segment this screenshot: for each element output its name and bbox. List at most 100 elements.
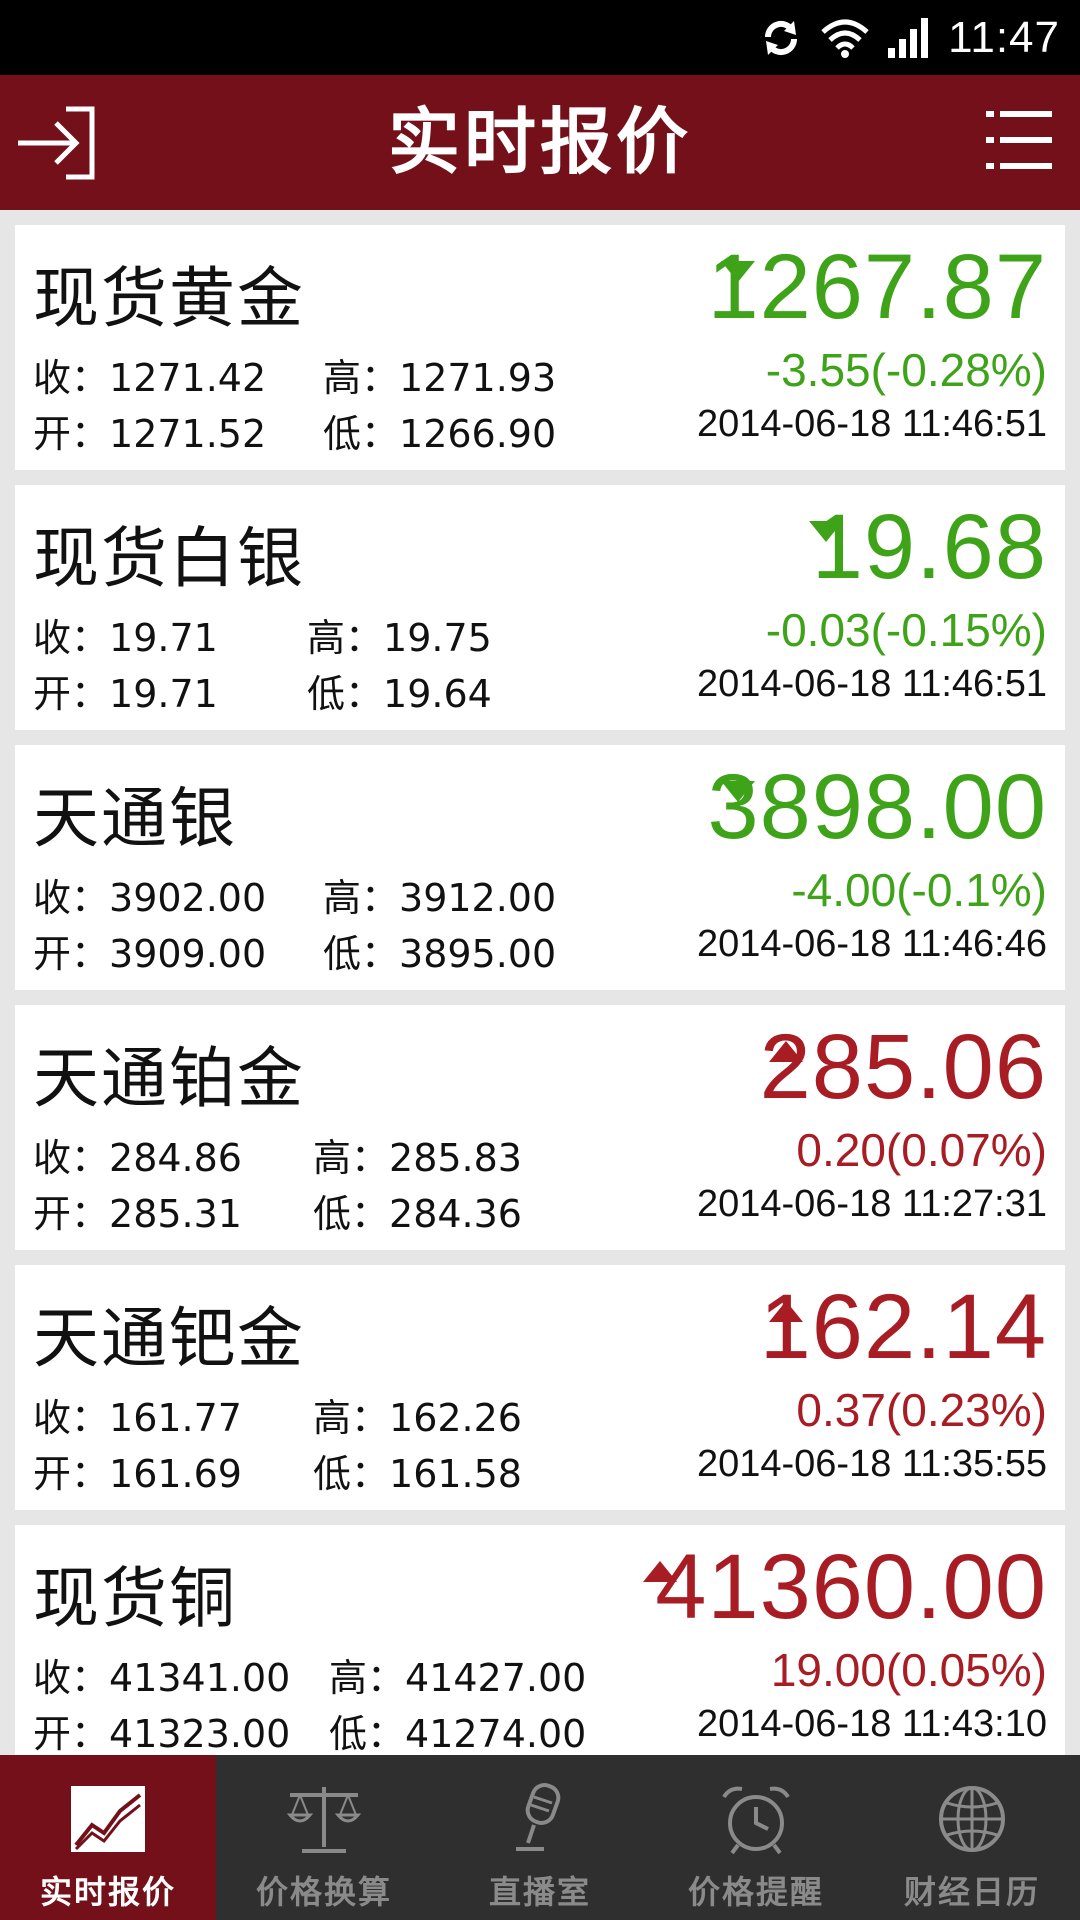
quote-card[interactable]: 现货黄金 1267.87 收：1271.42 高：1271.93 开：1271.…: [15, 225, 1065, 470]
close-value: 284.86: [109, 1136, 242, 1180]
tab-label: 实时报价: [39, 1873, 176, 1911]
tab-finance-calendar[interactable]: 财经日历: [864, 1755, 1080, 1920]
quote-price: 3898.00: [707, 756, 1047, 858]
high-label: 高：: [323, 356, 400, 400]
status-icons: 11:47: [760, 0, 1060, 75]
tab-label: 直播室: [488, 1873, 591, 1911]
quote-name: 现货白银: [33, 520, 305, 597]
tab-label: 价格提醒: [687, 1873, 824, 1911]
quote-time: 2014-06-18 11:46:46: [696, 923, 1047, 965]
quote-name: 现货铜: [33, 1560, 237, 1637]
tab-price-alert[interactable]: 价格提醒: [648, 1755, 864, 1920]
quote-card[interactable]: 天通银 3898.00 收：3902.00 高：3912.00 开：3909.0…: [15, 745, 1065, 990]
bottom-tab-bar: 实时报价 价格换算 直播室 价格提醒 财经日历: [0, 1755, 1080, 1920]
open-label: 开：: [33, 1712, 110, 1755]
low-label: 低：: [329, 1712, 406, 1755]
balance-scale-icon: [286, 1787, 362, 1853]
high-label: 高：: [313, 1136, 390, 1180]
quote-list[interactable]: 现货黄金 1267.87 收：1271.42 高：1271.93 开：1271.…: [0, 210, 1080, 1755]
high-label: 高：: [307, 616, 384, 660]
open-label: 开：: [33, 672, 110, 716]
quote-time: 2014-06-18 11:43:10: [696, 1703, 1047, 1745]
menu-icon[interactable]: [984, 105, 1054, 175]
quote-time: 2014-06-18 11:46:51: [696, 403, 1047, 445]
close-label: 收：: [33, 1136, 110, 1180]
status-bar: 11:47: [0, 0, 1080, 75]
quote-name: 天通银: [33, 780, 237, 857]
close-value: 1271.42: [109, 356, 267, 400]
wifi-icon: [821, 19, 869, 58]
high-value: 19.75: [383, 616, 492, 660]
globe-icon: [939, 1786, 1005, 1852]
high-value: 162.26: [389, 1396, 522, 1440]
sync-icon: [765, 20, 798, 55]
open-value: 19.71: [109, 672, 218, 716]
high-label: 高：: [329, 1656, 406, 1700]
quote-time: 2014-06-18 11:46:51: [696, 663, 1047, 705]
quote-name: 现货黄金: [33, 260, 305, 337]
tab-live-room[interactable]: 直播室: [432, 1755, 648, 1920]
tab-realtime-quotes[interactable]: 实时报价: [0, 1755, 216, 1920]
close-label: 收：: [33, 616, 110, 660]
app-bar: 实时报价: [0, 75, 1080, 210]
tab-label: 价格换算: [255, 1873, 392, 1911]
quote-card[interactable]: 现货白银 19.68 收：19.71 高：19.75 开：19.71 低：19.…: [15, 485, 1065, 730]
low-value: 1266.90: [399, 412, 557, 456]
open-value: 161.69: [109, 1452, 242, 1496]
open-label: 开：: [33, 1452, 110, 1496]
low-label: 低：: [323, 412, 400, 456]
low-value: 3895.00: [399, 932, 557, 976]
quote-name: 天通钯金: [33, 1300, 305, 1377]
low-label: 低：: [313, 1192, 390, 1236]
high-label: 高：: [313, 1396, 390, 1440]
low-value: 161.58: [389, 1452, 522, 1496]
quote-card[interactable]: 现货铜 41360.00 收：41341.00 高：41427.00 开：413…: [15, 1525, 1065, 1755]
quote-change: -4.00(-0.1%): [791, 864, 1047, 916]
close-value: 161.77: [109, 1396, 242, 1440]
alarm-clock-icon: [722, 1786, 790, 1855]
high-value: 3912.00: [399, 876, 557, 920]
open-value: 285.31: [109, 1192, 242, 1236]
low-value: 41274.00: [405, 1712, 587, 1755]
tab-label: 财经日历: [903, 1873, 1040, 1911]
close-label: 收：: [33, 356, 110, 400]
high-label: 高：: [323, 876, 400, 920]
quote-change: 0.37(0.23%): [796, 1384, 1047, 1436]
low-label: 低：: [307, 672, 384, 716]
line-chart-icon: [71, 1786, 145, 1852]
open-label: 开：: [33, 932, 110, 976]
open-label: 开：: [33, 1192, 110, 1236]
quote-price: 162.14: [759, 1276, 1047, 1378]
status-time: 11:47: [948, 12, 1060, 62]
quote-card[interactable]: 天通钯金 162.14 收：161.77 高：162.26 开：161.69 低…: [15, 1265, 1065, 1510]
tab-price-conversion[interactable]: 价格换算: [216, 1755, 432, 1920]
high-value: 1271.93: [399, 356, 557, 400]
quote-change: -0.03(-0.15%): [765, 604, 1047, 656]
close-label: 收：: [33, 1396, 110, 1440]
quote-price: 19.68: [811, 496, 1047, 598]
quote-price: 1267.87: [707, 236, 1047, 338]
open-value: 41323.00: [109, 1712, 291, 1755]
close-label: 收：: [33, 1656, 110, 1700]
quote-time: 2014-06-18 11:35:55: [696, 1443, 1047, 1485]
high-value: 41427.00: [405, 1656, 587, 1700]
page-title: 实时报价: [387, 100, 692, 184]
open-value: 1271.52: [109, 412, 267, 456]
low-label: 低：: [313, 1452, 390, 1496]
close-label: 收：: [33, 876, 110, 920]
open-label: 开：: [33, 412, 110, 456]
quote-change: 0.20(0.07%): [796, 1124, 1047, 1176]
open-value: 3909.00: [109, 932, 267, 976]
quote-change: 19.00(0.05%): [770, 1644, 1047, 1696]
quote-change: -3.55(-0.28%): [765, 344, 1047, 396]
low-label: 低：: [323, 932, 400, 976]
low-value: 284.36: [389, 1192, 522, 1236]
high-value: 285.83: [389, 1136, 522, 1180]
quote-name: 天通铂金: [33, 1040, 305, 1117]
close-value: 41341.00: [109, 1656, 291, 1700]
quote-card[interactable]: 天通铂金 285.06 收：284.86 高：285.83 开：285.31 低…: [15, 1005, 1065, 1250]
low-value: 19.64: [383, 672, 492, 716]
signal-icon: [888, 17, 929, 58]
close-value: 19.71: [109, 616, 218, 660]
quote-time: 2014-06-18 11:27:31: [696, 1183, 1047, 1225]
